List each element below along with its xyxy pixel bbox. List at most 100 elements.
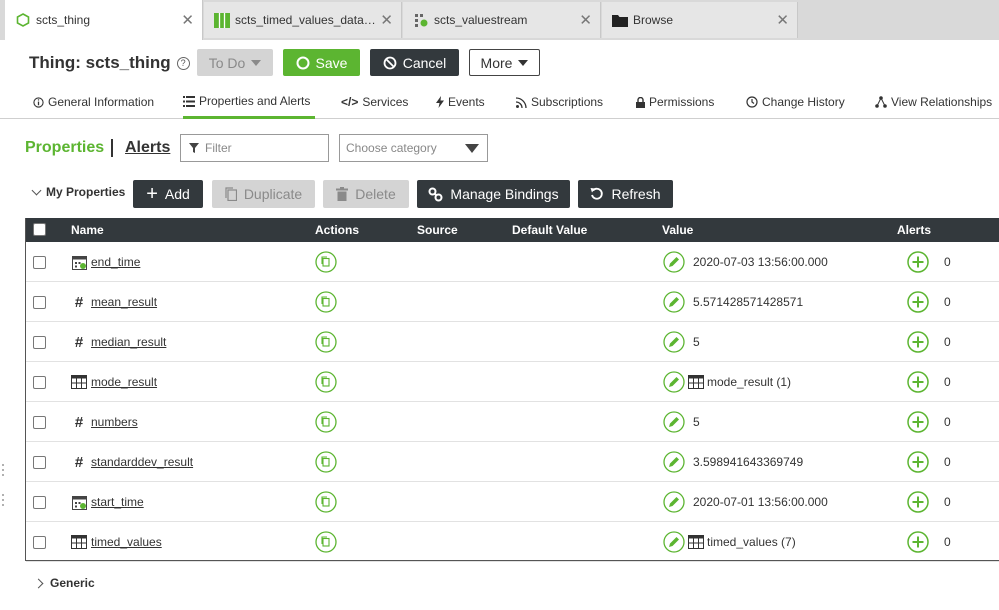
delete-button[interactable]: Delete [323, 180, 409, 208]
tab-events[interactable]: Events [436, 86, 485, 118]
number-icon: # [74, 293, 84, 311]
column-header-source[interactable]: Source [417, 223, 458, 237]
edit-value-icon[interactable] [663, 491, 685, 513]
tab-general-information[interactable]: General Information [33, 86, 154, 118]
alert-count: 0 [944, 455, 951, 469]
edit-value-icon[interactable] [663, 291, 685, 313]
alerts-cell: 0 [907, 442, 951, 482]
add-alert-icon[interactable] [907, 371, 929, 393]
column-header-name[interactable]: Name [71, 223, 104, 237]
table-row: # numbers 5 0 [26, 402, 999, 442]
generic-section-toggle[interactable]: Generic [33, 576, 95, 590]
add-button[interactable]: + Add [133, 180, 203, 208]
edit-value-icon[interactable] [663, 331, 685, 353]
close-icon[interactable]: ✕ [579, 11, 592, 29]
property-value: timed_values (7) [707, 535, 796, 549]
tab-services[interactable]: </> Services [341, 86, 408, 118]
tab-permissions[interactable]: Permissions [636, 86, 714, 118]
property-name-link[interactable]: start_time [91, 495, 144, 509]
add-alert-icon[interactable] [907, 291, 929, 313]
column-header-default-value[interactable]: Default Value [512, 223, 587, 237]
valuestream-icon [413, 12, 429, 28]
tab-scts-thing[interactable]: scts_thing ✕ [5, 0, 203, 40]
page-title-text: Thing: scts_thing [29, 53, 171, 72]
add-alert-icon[interactable] [907, 411, 929, 433]
edit-value-icon[interactable] [663, 251, 685, 273]
row-checkbox[interactable] [33, 416, 46, 429]
row-checkbox[interactable] [33, 376, 46, 389]
edit-value-icon[interactable] [663, 531, 685, 553]
name-cell: # standarddev_result [71, 442, 193, 482]
category-select[interactable]: Choose category [339, 134, 488, 162]
copy-property-icon[interactable] [315, 531, 337, 553]
copy-property-icon[interactable] [315, 291, 337, 313]
property-name-link[interactable]: median_result [91, 335, 166, 349]
save-button[interactable]: Save [283, 49, 360, 76]
refresh-button[interactable]: Refresh [578, 180, 673, 208]
row-checkbox[interactable] [33, 256, 46, 269]
tab-scts-valuestream[interactable]: scts_valuestream ✕ [403, 2, 601, 38]
filter-input[interactable]: Filter [180, 134, 329, 162]
tab-label: Browse [633, 13, 674, 27]
name-cell: # mean_result [71, 282, 157, 322]
tab-label: scts_thing [36, 13, 91, 27]
save-label: Save [315, 54, 348, 71]
todo-button[interactable]: To Do [197, 49, 273, 76]
entity-nav-tabs: General Information Properties and Alert… [0, 86, 999, 119]
edit-value-icon[interactable] [663, 451, 685, 473]
property-name-link[interactable]: end_time [91, 255, 140, 269]
duplicate-button[interactable]: Duplicate [212, 180, 315, 208]
add-alert-icon[interactable] [907, 451, 929, 473]
add-alert-icon[interactable] [907, 531, 929, 553]
tab-view-relationships[interactable]: View Relationships [875, 86, 992, 118]
alerts-link[interactable]: Alerts [125, 139, 170, 157]
copy-property-icon[interactable] [315, 371, 337, 393]
value-cell: 5 [663, 322, 700, 362]
tab-properties-and-alerts[interactable]: Properties and Alerts [183, 86, 315, 119]
row-checkbox[interactable] [33, 456, 46, 469]
close-icon[interactable]: ✕ [181, 11, 194, 29]
edit-value-icon[interactable] [663, 371, 685, 393]
alert-count: 0 [944, 535, 951, 549]
tab-browse[interactable]: Browse ✕ [602, 2, 798, 38]
add-alert-icon[interactable] [907, 331, 929, 353]
property-name-link[interactable]: standarddev_result [91, 455, 193, 469]
edit-value-icon[interactable] [663, 411, 685, 433]
property-name-link[interactable]: mode_result [91, 375, 157, 389]
column-header-value[interactable]: Value [662, 223, 693, 237]
row-checkbox[interactable] [33, 296, 46, 309]
panel-resize-handle[interactable] [0, 460, 6, 510]
select-all-checkbox[interactable] [33, 223, 46, 236]
copy-property-icon[interactable] [315, 331, 337, 353]
tab-scts-timed-values-datashape[interactable]: scts_timed_values_datas… ✕ [204, 2, 402, 38]
manage-bindings-button[interactable]: Manage Bindings [417, 180, 570, 208]
row-checkbox[interactable] [33, 536, 46, 549]
help-icon[interactable]: ? [176, 56, 190, 70]
close-icon[interactable]: ✕ [776, 11, 789, 29]
thing-icon [15, 12, 31, 28]
my-properties-toggle[interactable]: My Properties [31, 185, 125, 199]
row-checkbox[interactable] [33, 496, 46, 509]
cancel-button[interactable]: Cancel [370, 49, 459, 76]
property-name-link[interactable]: numbers [91, 415, 138, 429]
row-checkbox[interactable] [33, 336, 46, 349]
tab-subscriptions[interactable]: Subscriptions [516, 86, 603, 118]
copy-property-icon[interactable] [315, 411, 337, 433]
property-name-link[interactable]: timed_values [91, 535, 162, 549]
close-icon[interactable]: ✕ [380, 11, 393, 29]
tab-change-history[interactable]: Change History [746, 86, 845, 118]
add-alert-icon[interactable] [907, 491, 929, 513]
tab-label: Properties and Alerts [199, 94, 311, 108]
copy-property-icon[interactable] [315, 251, 337, 273]
copy-property-icon[interactable] [315, 451, 337, 473]
clock-icon [746, 96, 758, 108]
delete-label: Delete [355, 186, 396, 202]
duplicate-label: Duplicate [243, 186, 303, 202]
property-name-link[interactable]: mean_result [91, 295, 157, 309]
copy-property-icon[interactable] [315, 491, 337, 513]
more-button[interactable]: More [469, 49, 540, 76]
manage-bindings-label: Manage Bindings [450, 186, 559, 202]
properties-link[interactable]: Properties [25, 139, 104, 157]
alerts-cell: 0 [907, 282, 951, 322]
add-alert-icon[interactable] [907, 251, 929, 273]
